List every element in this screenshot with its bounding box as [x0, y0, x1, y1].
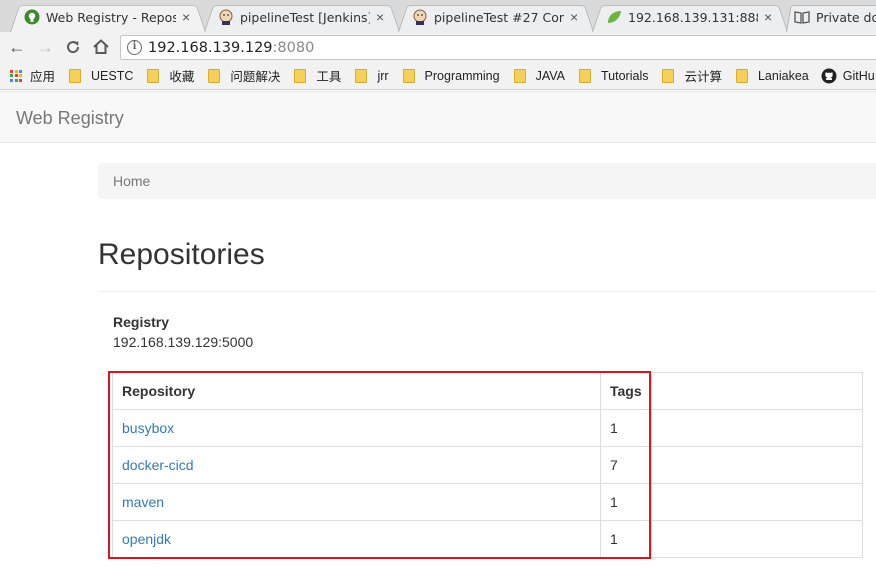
folder-icon [513, 68, 526, 83]
breadcrumb-home[interactable]: Home [113, 173, 150, 189]
folder-icon [69, 68, 82, 83]
folder-icon [294, 68, 307, 83]
tab-title: Web Registry - Reposit [46, 9, 176, 25]
tab-web-registry[interactable]: Web Registry - Reposit × [10, 2, 206, 32]
bookmark-folder[interactable]: 工具 [294, 66, 341, 85]
back-arrow-icon[interactable]: ← [6, 36, 28, 58]
tab-pipeline-jenkins[interactable]: pipelineTest [Jenkins] × [204, 2, 400, 32]
bookmark-folder[interactable]: Laniakea [735, 68, 809, 83]
registry-label: Registry [113, 314, 170, 330]
bookmarks-bar: 应用 UESTC 收藏 问题解决 工具 jrr Programming JAVA… [0, 62, 876, 90]
forward-arrow-icon[interactable]: → [34, 36, 56, 58]
table-row: openjdk 1 [112, 520, 864, 558]
jenkins-icon [412, 9, 428, 25]
folder-icon [208, 68, 221, 83]
bookmark-folder[interactable]: 云计算 [662, 66, 722, 85]
table-row: docker-cicd 7 [112, 446, 864, 484]
folder-icon [402, 68, 415, 83]
address-url: 192.168.139.129:8080 [148, 40, 315, 56]
bookmark-github[interactable]: GitHu [821, 68, 875, 84]
app-navbar: Web Registry [0, 91, 876, 143]
tab-title: Private doc [816, 9, 876, 25]
breadcrumb: Home [98, 163, 876, 199]
repository-link[interactable]: docker-cicd [122, 457, 194, 473]
home-icon[interactable] [90, 36, 112, 58]
jenkins-icon [218, 9, 234, 25]
tags-count: 1 [600, 483, 652, 521]
bookmark-folder[interactable]: Programming [402, 68, 500, 83]
close-icon[interactable]: × [764, 9, 778, 25]
repository-link[interactable]: openjdk [122, 531, 171, 547]
registry-value: 192.168.139.129:5000 [113, 334, 254, 350]
folder-icon [579, 68, 591, 83]
reload-icon[interactable] [62, 36, 84, 58]
column-header-repository: Repository [112, 372, 601, 410]
address-bar[interactable]: i 192.168.139.129:8080 [120, 35, 876, 60]
tab-private-doc[interactable]: Private doc [786, 2, 876, 32]
close-icon[interactable]: × [376, 9, 390, 25]
registry-icon [24, 9, 40, 25]
spring-leaf-icon [606, 9, 622, 25]
browser-toolbar: ← → i 192.168.139.129:8080 [0, 32, 876, 62]
bookmark-folder[interactable]: 问题解决 [208, 66, 280, 85]
folder-icon [147, 68, 160, 83]
repository-link[interactable]: maven [122, 494, 164, 510]
tags-count: 7 [600, 446, 652, 484]
close-icon[interactable]: × [182, 9, 196, 25]
tab-title: pipelineTest [Jenkins] [240, 9, 370, 25]
tab-title: 192.168.139.131:8888 [628, 9, 758, 25]
tab-title: pipelineTest #27 Conso [434, 9, 564, 25]
repositories-table: Repository Tags busybox 1 docker-cicd 7 … [112, 372, 864, 558]
bookmark-folder[interactable]: JAVA [513, 68, 565, 83]
tab-pipeline-console[interactable]: pipelineTest #27 Conso × [398, 2, 594, 32]
folder-icon [662, 68, 675, 83]
tags-count: 1 [600, 409, 652, 447]
info-icon[interactable]: i [127, 40, 142, 55]
table-row: maven 1 [112, 483, 864, 521]
close-icon[interactable]: × [570, 9, 584, 25]
bookmark-folder[interactable]: UESTC [69, 68, 133, 83]
book-icon [794, 9, 810, 25]
bookmark-folder[interactable]: jrr [355, 68, 389, 83]
tags-count: 1 [600, 520, 652, 558]
column-header-tags: Tags [600, 372, 652, 410]
folder-icon [355, 68, 368, 83]
apps-grid-icon [10, 69, 22, 82]
table-row: busybox 1 [112, 409, 864, 447]
page-title: Repositories [98, 238, 265, 271]
bookmark-apps[interactable]: 应用 [10, 66, 55, 85]
column-header-empty [650, 372, 864, 410]
table-header-row: Repository Tags [112, 372, 864, 410]
tab-strip: Web Registry - Reposit × pipelineTest [J… [0, 0, 876, 32]
bookmark-folder[interactable]: 收藏 [147, 66, 194, 85]
github-icon [821, 68, 837, 84]
bookmark-folder[interactable]: Tutorials [579, 68, 648, 83]
folder-icon [735, 68, 748, 83]
repository-link[interactable]: busybox [122, 420, 174, 436]
divider [98, 291, 876, 292]
tab-192-168-139-131[interactable]: 192.168.139.131:8888 × [592, 2, 788, 32]
navbar-brand[interactable]: Web Registry [16, 108, 124, 129]
